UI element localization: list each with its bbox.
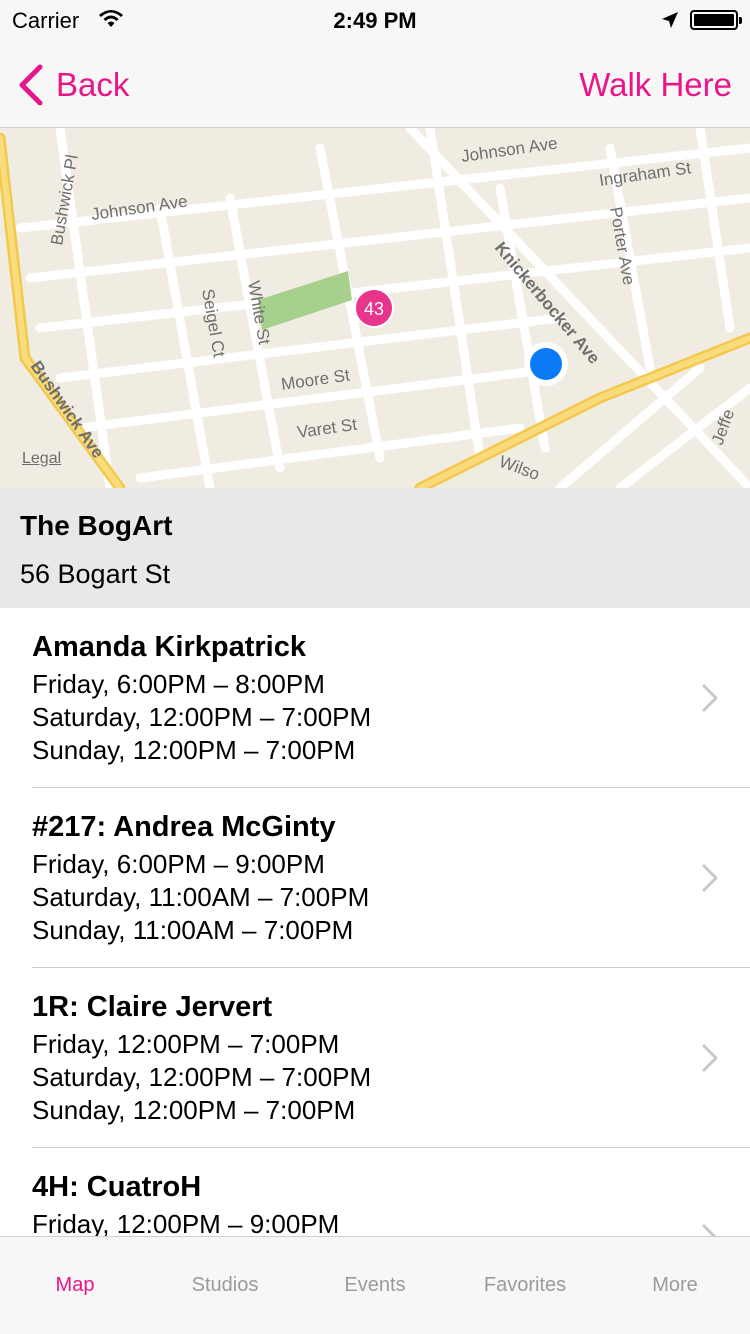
battery-icon — [690, 10, 742, 30]
venue-name: The BogArt — [20, 510, 173, 541]
studio-hours: Sunday, 11:00AM – 7:00PM — [32, 915, 354, 945]
venue-address: 56 Bogart St — [20, 559, 171, 589]
studio-title: Amanda Kirkpatrick — [32, 631, 306, 663]
studio-list[interactable]: Amanda Kirkpatrick Friday, 6:00PM – 8:00… — [0, 608, 750, 1236]
studio-hours: Sunday, 12:00PM – 7:00PM — [32, 1095, 356, 1125]
tab-bar: Map Studios Events Favorites More — [0, 1236, 750, 1334]
location-arrow-icon — [662, 12, 678, 28]
status-bar: Carrier 2:49 PM — [0, 0, 750, 40]
back-button[interactable]: Back — [16, 62, 129, 108]
studio-hours: Saturday, 12:00PM – 7:00PM — [32, 702, 372, 732]
studio-row[interactable]: Amanda Kirkpatrick Friday, 6:00PM – 8:00… — [0, 608, 750, 788]
studio-row[interactable]: #217: Andrea McGinty Friday, 6:00PM – 9:… — [0, 788, 750, 968]
studio-hours: Saturday, 12:00PM – 7:00PM — [32, 1062, 372, 1092]
chevron-left-icon — [19, 64, 43, 106]
studio-hours: Friday, 12:00PM – 7:00PM — [32, 1029, 340, 1059]
studio-title: #217: Andrea McGinty — [32, 811, 336, 843]
studio-hours: Friday, 6:00PM – 9:00PM — [32, 849, 325, 879]
tab-events[interactable]: Events — [300, 1237, 450, 1334]
street-map: 43 Johnson Ave Johnson Ave Ingraham St B… — [0, 128, 750, 488]
back-label: Back — [56, 66, 130, 103]
studio-title: 4H: CuatroH — [32, 1171, 202, 1203]
studio-title: 1R: Claire Jervert — [32, 991, 273, 1023]
navigation-bar: Back Walk Here — [0, 40, 750, 128]
studio-hours: Saturday, 11:00AM – 7:00PM — [32, 882, 370, 912]
chevron-right-icon — [702, 684, 718, 712]
clock: 2:49 PM — [333, 8, 417, 33]
studio-hours: Friday, 6:00PM – 8:00PM — [32, 669, 325, 699]
chevron-right-icon — [702, 1224, 717, 1236]
chevron-right-icon — [702, 864, 718, 892]
tab-studios[interactable]: Studios — [150, 1237, 300, 1334]
venue-header: The BogArt 56 Bogart St — [0, 488, 750, 608]
tab-more[interactable]: More — [600, 1237, 750, 1334]
studio-row[interactable]: 4H: CuatroH Friday, 12:00PM – 9:00PM — [0, 1148, 750, 1236]
map-view[interactable]: 43 Johnson Ave Johnson Ave Ingraham St B… — [0, 128, 750, 488]
studio-hours: Friday, 12:00PM – 9:00PM — [32, 1209, 340, 1236]
legal-link[interactable]: Legal — [22, 450, 61, 468]
studio-hours: Sunday, 12:00PM – 7:00PM — [32, 735, 356, 765]
chevron-right-icon — [702, 1044, 718, 1072]
map-pin-label: 43 — [364, 299, 384, 319]
studio-row[interactable]: 1R: Claire Jervert Friday, 12:00PM – 7:0… — [0, 968, 750, 1148]
tab-map[interactable]: Map — [0, 1237, 150, 1334]
walk-here-button[interactable]: Walk Here — [579, 66, 732, 104]
tab-favorites[interactable]: Favorites — [450, 1237, 600, 1334]
